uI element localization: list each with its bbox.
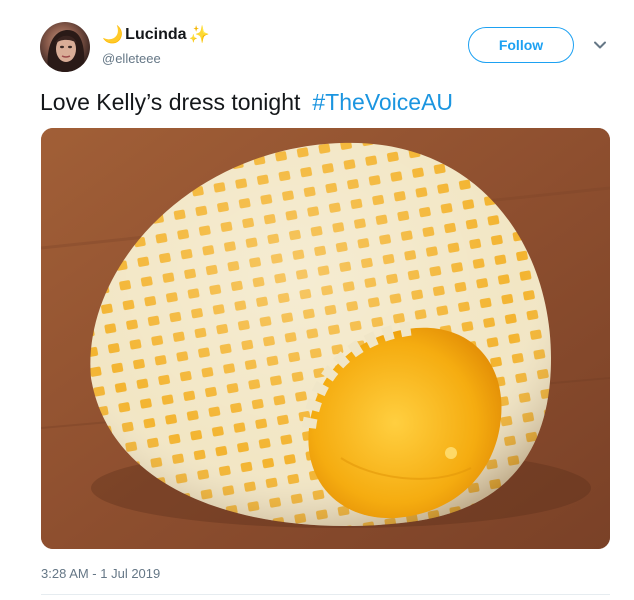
crescent-moon-icon: 🌙	[102, 24, 124, 45]
divider	[41, 594, 610, 595]
tweet-photo[interactable]	[41, 128, 610, 549]
display-name[interactable]: Lucinda	[125, 26, 186, 44]
avatar-photo-icon	[47, 29, 85, 72]
follow-button[interactable]: Follow	[468, 27, 574, 63]
tweet-text: Love Kelly’s dress tonight #TheVoiceAU	[40, 86, 453, 118]
avatar[interactable]	[40, 22, 90, 72]
tweet-body: Love Kelly’s dress tonight	[40, 89, 301, 115]
tweet-timestamp[interactable]: 3:28 AM - 1 Jul 2019	[41, 566, 160, 581]
chevron-down-icon[interactable]	[592, 37, 608, 53]
display-name-row[interactable]: 🌙 Lucinda ✨	[102, 22, 210, 48]
tweet-card: 🌙 Lucinda ✨ @elleteee Follow Love Kelly’…	[0, 0, 634, 600]
hashtag-link[interactable]: #TheVoiceAU	[312, 89, 453, 115]
netted-melon-photo	[41, 128, 610, 549]
user-handle[interactable]: @elleteee	[102, 51, 161, 66]
sparkles-icon: ✨	[188, 24, 210, 45]
